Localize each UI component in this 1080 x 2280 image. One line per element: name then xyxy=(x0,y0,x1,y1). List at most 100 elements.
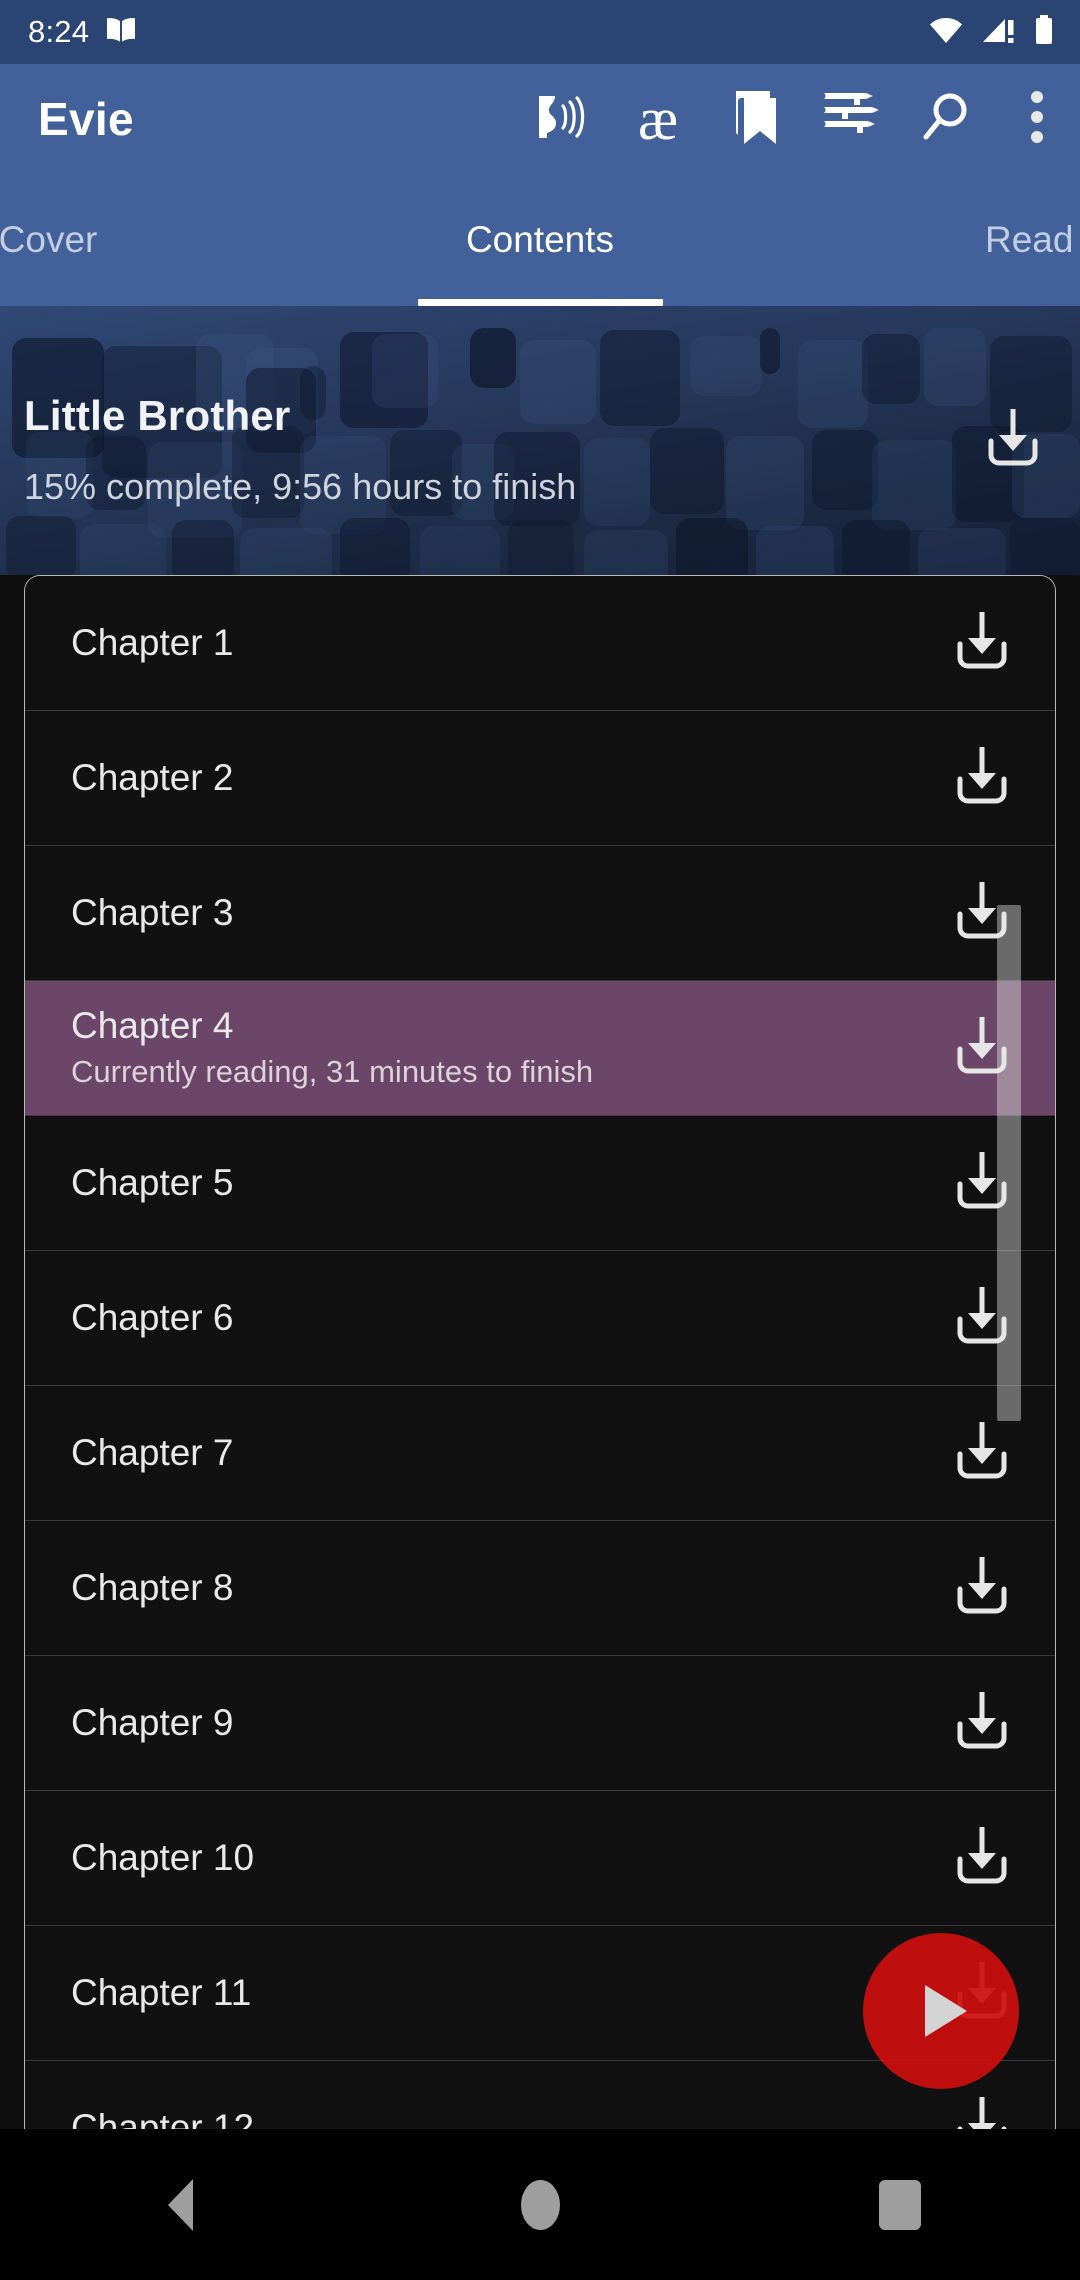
battery-icon xyxy=(1034,14,1054,50)
library-icon xyxy=(821,90,879,149)
phone-screen: 8:24 Evie æ Cover Contents Read Little B… xyxy=(0,0,1080,2280)
tab-contents[interactable]: Contents xyxy=(420,174,660,306)
chapter-row[interactable]: Chapter 6 xyxy=(25,1251,1055,1386)
app-title: Evie xyxy=(38,93,134,145)
chapter-download-button[interactable] xyxy=(907,1251,1055,1386)
nav-back-button[interactable] xyxy=(80,2129,280,2280)
chapter-download-button[interactable] xyxy=(907,711,1055,846)
chapter-title: Chapter 11 xyxy=(71,1972,252,2014)
chapter-download-button[interactable] xyxy=(907,576,1055,711)
search-icon xyxy=(918,89,974,150)
back-triangle-icon xyxy=(167,2178,193,2231)
tab-read[interactable]: Read xyxy=(985,174,1080,306)
book-progress-text: 15% complete, 9:56 hours to finish xyxy=(24,466,577,507)
chapter-title: Chapter 5 xyxy=(71,1162,234,1204)
download-icon xyxy=(951,743,1013,814)
cellular-warning-icon xyxy=(981,16,1017,49)
chapter-download-button[interactable] xyxy=(907,1386,1055,1521)
chapter-row-texts: Chapter 9 xyxy=(71,1701,907,1745)
chapter-row[interactable]: Chapter 8 xyxy=(25,1521,1055,1656)
chapter-download-button[interactable] xyxy=(907,1791,1055,1926)
chapter-row-texts: Chapter 2 xyxy=(71,756,907,800)
chapter-list: Chapter 1 Chapter 2 Chapter 3 Chapter 4 Curr… xyxy=(25,576,1055,2129)
download-icon xyxy=(951,1823,1013,1894)
nav-recents-button[interactable] xyxy=(800,2129,1000,2280)
chapter-row-texts: Chapter 5 xyxy=(71,1161,907,1205)
chapter-row[interactable]: Chapter 5 xyxy=(25,1116,1055,1251)
chapter-title: Chapter 6 xyxy=(71,1297,234,1339)
chapter-row[interactable]: Chapter 2 xyxy=(25,711,1055,846)
book-download-button[interactable] xyxy=(963,390,1063,490)
chapter-list-card: Chapter 1 Chapter 2 Chapter 3 Chapter 4 Curr… xyxy=(24,575,1056,2129)
app-bar: Evie æ xyxy=(0,64,1080,174)
overflow-menu-icon xyxy=(1030,90,1044,149)
list-scrollbar[interactable] xyxy=(997,905,1021,1421)
download-icon xyxy=(982,405,1044,476)
chapter-row-texts: Chapter 3 xyxy=(71,891,907,935)
chapter-row-texts: Chapter 7 xyxy=(71,1431,907,1475)
tab-cover-label: Cover xyxy=(0,219,98,260)
nav-home-button[interactable] xyxy=(440,2129,640,2280)
download-icon xyxy=(951,608,1013,679)
chapter-row-texts: Chapter 6 xyxy=(71,1296,907,1340)
chapter-row[interactable]: Chapter 10 xyxy=(25,1791,1055,1926)
text-to-speech-button[interactable] xyxy=(514,64,610,174)
download-icon xyxy=(951,1418,1013,1489)
chapter-title: Chapter 10 xyxy=(71,1837,255,1879)
chapter-download-button[interactable] xyxy=(907,1521,1055,1656)
chapter-row[interactable]: Chapter 3 xyxy=(25,846,1055,981)
chapter-title: Chapter 12 xyxy=(71,2107,255,2129)
chapter-download-button[interactable] xyxy=(907,981,1055,1116)
status-bar-left: 8:24 xyxy=(28,14,137,50)
download-icon xyxy=(951,1688,1013,1759)
wifi-icon xyxy=(928,16,964,49)
bookmark-button[interactable] xyxy=(706,64,802,174)
chapter-row[interactable]: Chapter 4 Currently reading, 31 minutes t… xyxy=(25,981,1055,1116)
tab-contents-label: Contents xyxy=(465,219,615,260)
play-icon xyxy=(924,1985,967,2037)
chapter-row[interactable]: Chapter 9 xyxy=(25,1656,1055,1791)
typography-icon: æ xyxy=(637,86,679,152)
system-nav-bar xyxy=(0,2129,1080,2280)
chapter-row[interactable]: Chapter 7 xyxy=(25,1386,1055,1521)
chapter-row-texts: Chapter 4 Currently reading, 31 minutes t… xyxy=(71,1004,907,1091)
play-button[interactable] xyxy=(863,1933,1019,2089)
text-to-speech-icon xyxy=(533,88,591,151)
chapter-row[interactable]: Chapter 1 xyxy=(25,576,1055,711)
bookmark-icon xyxy=(728,88,780,151)
search-button[interactable] xyxy=(898,64,994,174)
chapter-title: Chapter 2 xyxy=(71,757,234,799)
status-bar-clock: 8:24 xyxy=(28,14,90,49)
recents-square-icon xyxy=(879,2179,921,2230)
typography-button[interactable]: æ xyxy=(610,64,706,174)
tab-indicator xyxy=(418,299,663,306)
chapter-subtitle: Currently reading, 31 minutes to finish xyxy=(71,1053,594,1089)
chapter-download-button[interactable] xyxy=(907,1116,1055,1251)
download-icon xyxy=(951,1553,1013,1624)
home-circle-icon xyxy=(520,2179,560,2230)
chapter-title: Chapter 9 xyxy=(71,1702,234,1744)
status-bar-right xyxy=(928,14,1054,50)
chapter-row-texts: Chapter 8 xyxy=(71,1566,907,1610)
app-bar-actions: æ xyxy=(514,64,1080,174)
chapter-download-button[interactable] xyxy=(907,1656,1055,1791)
book-title: Little Brother xyxy=(24,392,291,439)
chapter-row-texts: Chapter 1 xyxy=(71,621,907,665)
overflow-menu-button[interactable] xyxy=(994,64,1080,174)
chapter-title: Chapter 8 xyxy=(71,1567,234,1609)
chapter-download-button[interactable] xyxy=(907,846,1055,981)
book-open-icon xyxy=(105,17,137,48)
chapter-title: Chapter 4 xyxy=(71,1005,234,1047)
tab-read-label: Read xyxy=(985,219,1074,260)
tab-bar: Cover Contents Read xyxy=(0,174,1080,306)
chapter-title: Chapter 1 xyxy=(71,622,234,664)
download-icon xyxy=(951,2093,1013,2129)
chapter-title: Chapter 3 xyxy=(71,892,234,934)
chapter-title: Chapter 7 xyxy=(71,1432,234,1474)
chapter-row-texts: Chapter 10 xyxy=(71,1836,907,1880)
tab-cover[interactable]: Cover xyxy=(0,174,148,306)
chapter-row-texts: Chapter 12 xyxy=(71,2106,907,2129)
status-bar: 8:24 xyxy=(0,0,1080,64)
library-button[interactable] xyxy=(802,64,898,174)
book-banner[interactable]: Little Brother 15% complete, 9:56 hours … xyxy=(0,306,1080,575)
